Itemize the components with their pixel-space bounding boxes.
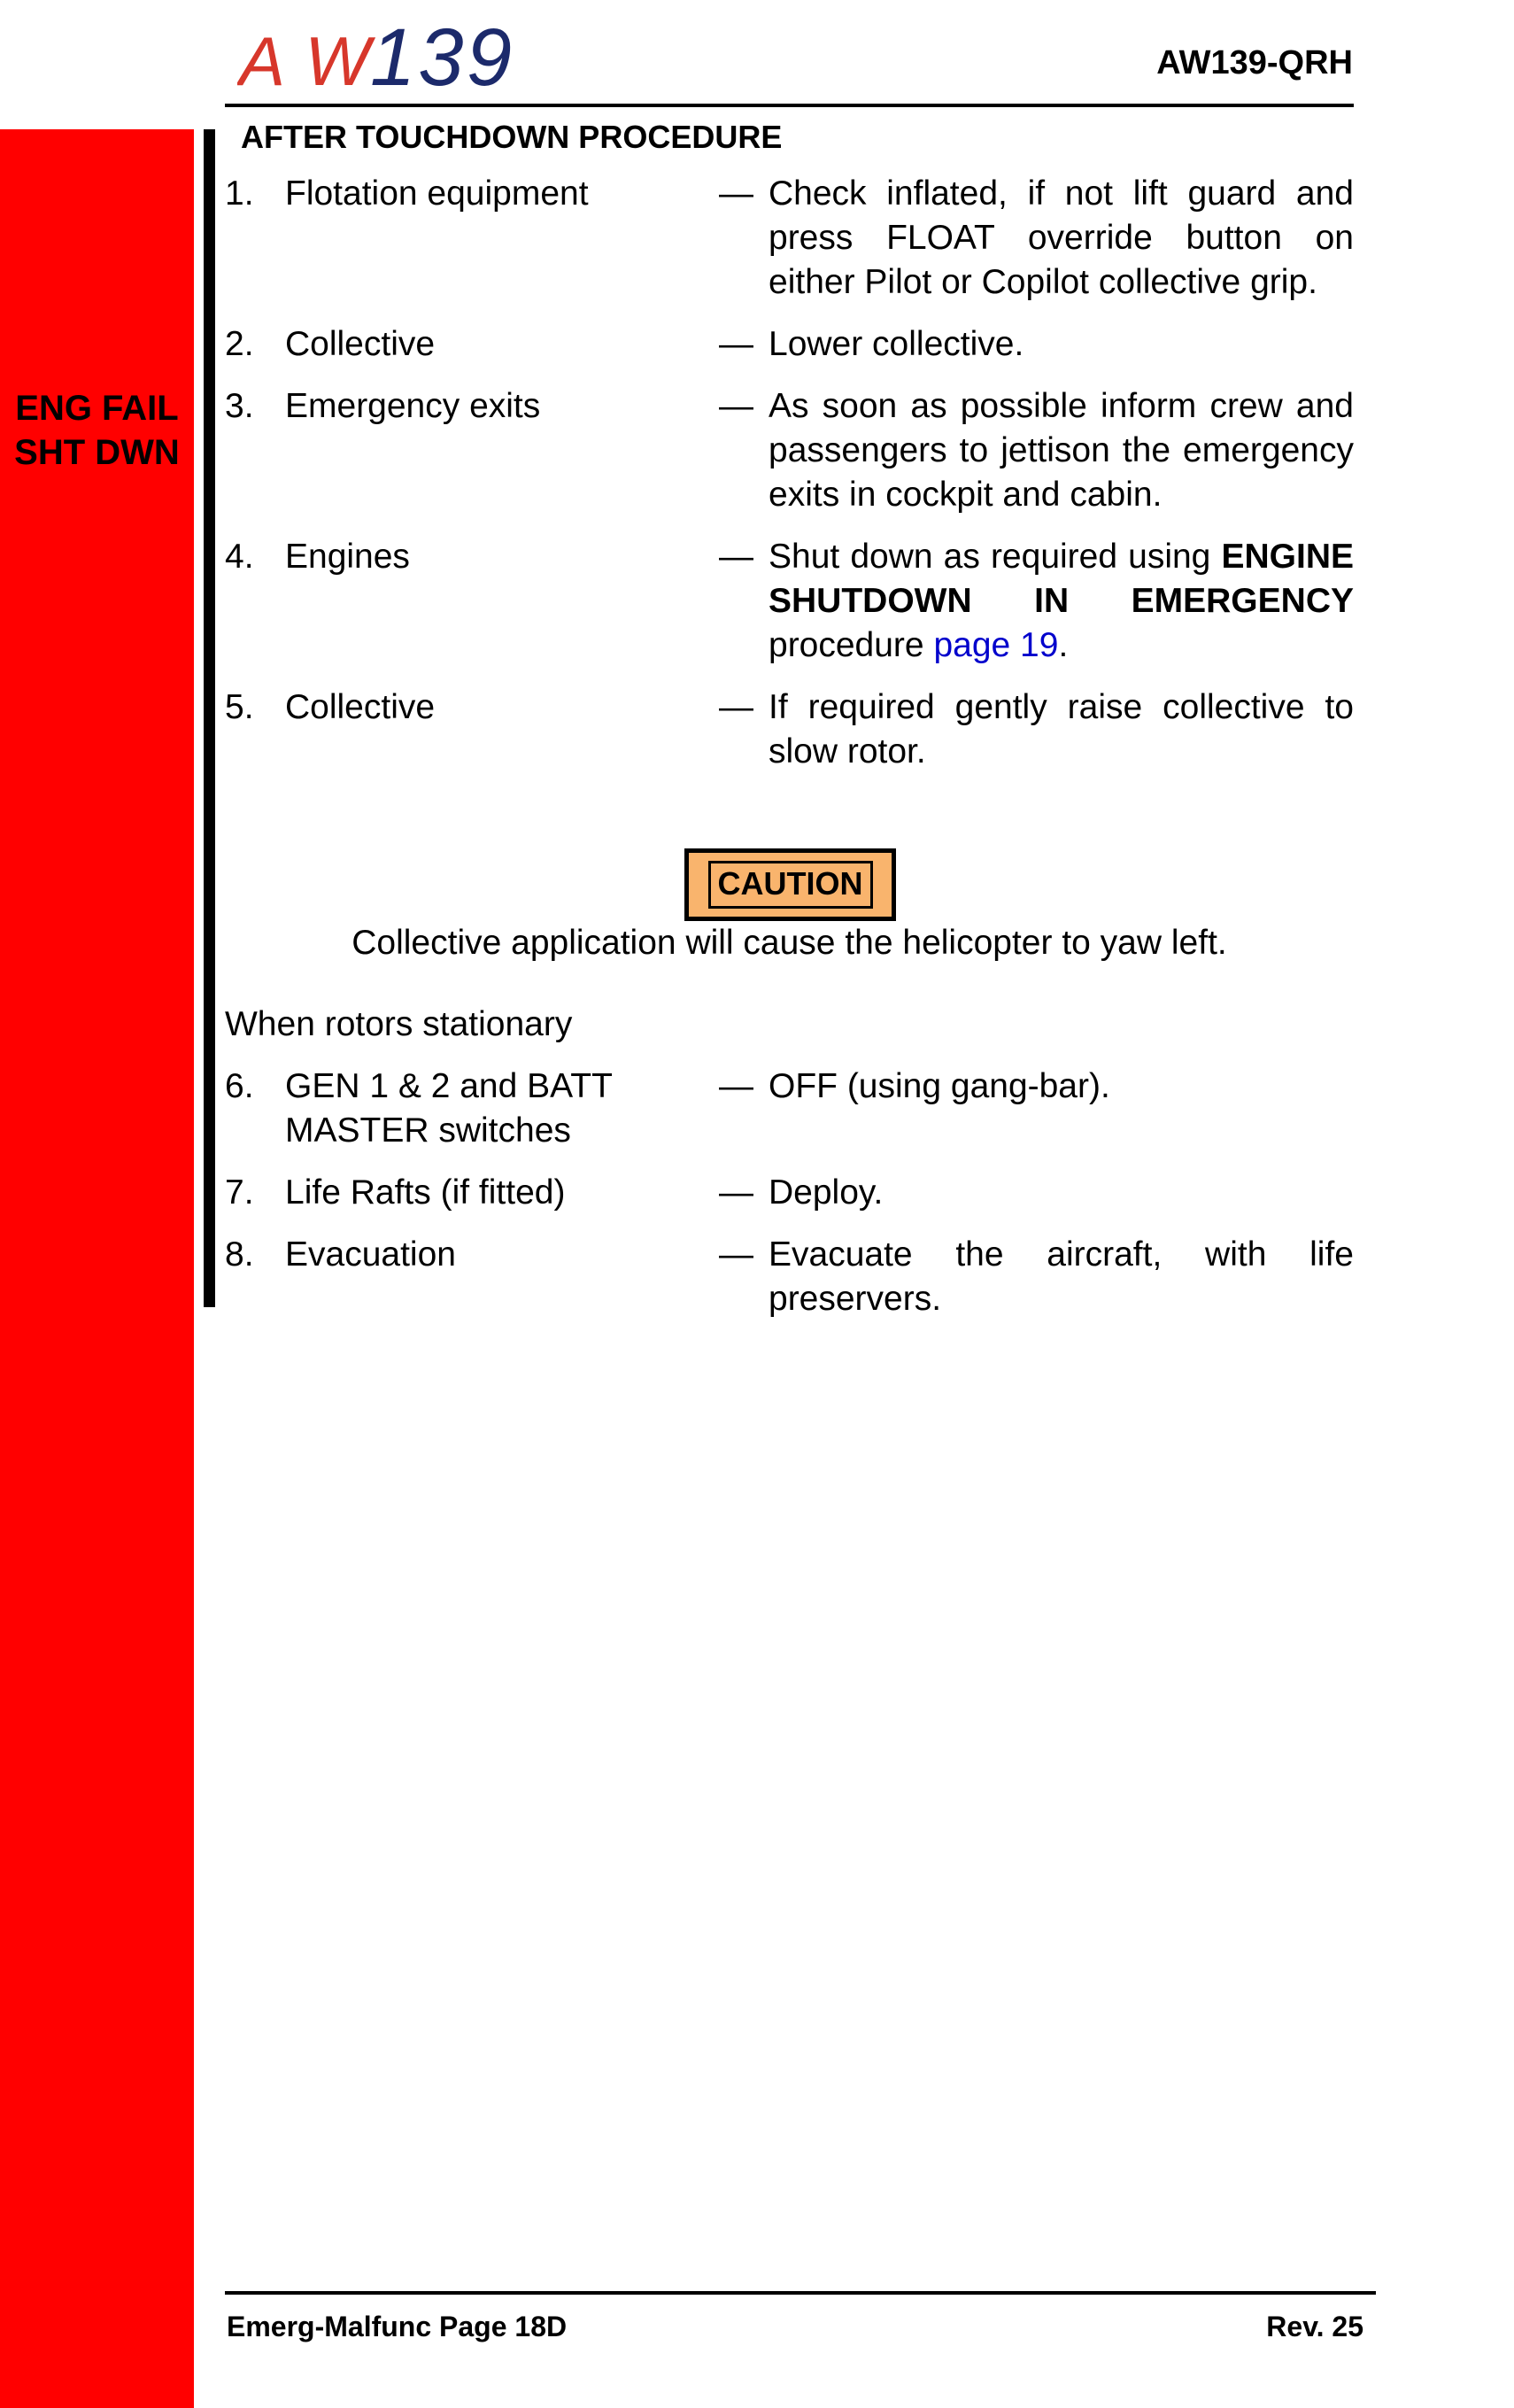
procedure-step: 5. Collective — If required gently raise… [225,685,1354,774]
caution-text: Collective application will cause the he… [351,924,1227,962]
footer-page-label: Emerg-Malfunc Page 18D [227,2311,568,2342]
procedure-steps-stationary: 6. GEN 1 & 2 and BATT MASTER switches — O… [225,1065,1354,1339]
step-number: 5. [225,688,254,726]
section-title: AFTER TOUCHDOWN PROCEDURE [241,119,783,155]
procedure-step: 6. GEN 1 & 2 and BATT MASTER switches — O… [225,1065,1354,1153]
document-code: AW139-QRH [1156,44,1353,81]
step-item: Flotation equipment [285,174,589,213]
sub-heading: When rotors stationary [225,1005,573,1043]
header-divider [225,104,1354,107]
step-action: If required gently raise collective to s… [769,688,1354,770]
sidebar-tab-line1: ENG FAIL [15,389,179,428]
procedure-step: 2. Collective — Lower collective. [225,322,1354,367]
aw139-logo: AW 139 [237,14,521,103]
step-number: 8. [225,1235,254,1274]
step-action: As soon as possible inform crew and pass… [769,387,1354,514]
step-action: Evacuate the aircraft, with life preserv… [769,1235,1354,1318]
step-action-text: . [1058,626,1069,664]
procedure-step: 4. Engines — Shut down as required using… [225,535,1354,668]
step-item: Collective [285,688,436,726]
step-number: 7. [225,1173,254,1212]
step-action: Shut down as required using ENGINE SHUTD… [769,535,1354,668]
procedure-step: 8. Evacuation — Evacuate the aircraft, w… [225,1233,1354,1321]
caution-box: CAUTION [684,848,896,921]
step-dash: — [719,325,753,363]
step-item: Evacuation [285,1235,456,1274]
logo-139-text: 139 [370,14,512,103]
step-item-line1: GEN 1 & 2 and BATT [285,1067,613,1105]
sidebar-tab-line2: SHT DWN [14,433,180,472]
procedure-step: 3. Emergency exits — As soon as possible… [225,384,1354,517]
step-number: 4. [225,538,254,576]
sidebar-tab-label[interactable]: ENG FAIL SHT DWN [0,386,194,475]
step-action: Deploy. [769,1173,884,1212]
step-action-text: Shut down as required using [769,538,1222,576]
page-reference-link[interactable]: page 19 [933,626,1058,664]
step-item: Collective [285,325,436,363]
step-action-text: procedure [769,626,934,664]
step-number: 2. [225,325,254,363]
procedure-step: 1. Flotation equipment — Check inflated,… [225,172,1354,305]
footer-divider [225,2291,1376,2295]
step-item: GEN 1 & 2 and BATT MASTER switches [285,1065,719,1153]
logo-aw-text: AW [237,22,375,100]
step-dash: — [719,387,753,425]
step-dash: — [719,1173,753,1212]
step-item-line2: MASTER switches [285,1111,571,1150]
step-action: Lower collective. [769,325,1024,363]
caution-label: CAUTION [707,861,873,909]
step-item: Engines [285,538,410,576]
step-dash: — [719,538,753,576]
step-number: 1. [225,174,254,213]
step-number: 6. [225,1067,254,1105]
procedure-steps: 1. Flotation equipment — Check inflated,… [225,172,1354,792]
step-item: Life Rafts (if fitted) [285,1173,566,1212]
aw139-logo-image: AW 139 [237,14,512,103]
step-item: Emergency exits [285,387,541,425]
procedure-step: 7. Life Rafts (if fitted) — Deploy. [225,1171,1354,1215]
step-action: Check inflated, if not lift guard and pr… [769,174,1354,301]
step-dash: — [719,174,753,213]
footer-revision: Rev. 25 [1266,2311,1363,2342]
step-action: OFF (using gang-bar). [769,1067,1110,1105]
step-dash: — [719,688,753,726]
step-number: 3. [225,387,254,425]
step-dash: — [719,1067,753,1105]
revision-change-bar [204,129,215,1307]
step-dash: — [719,1235,753,1274]
